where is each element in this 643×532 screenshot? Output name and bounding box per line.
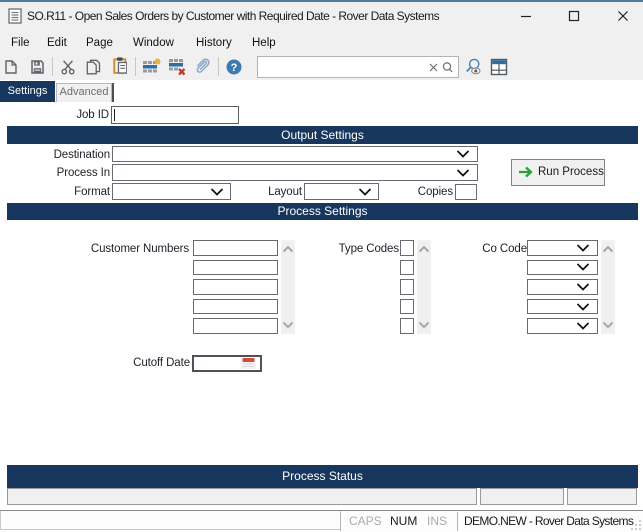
svg-text:?: ? bbox=[231, 62, 238, 74]
